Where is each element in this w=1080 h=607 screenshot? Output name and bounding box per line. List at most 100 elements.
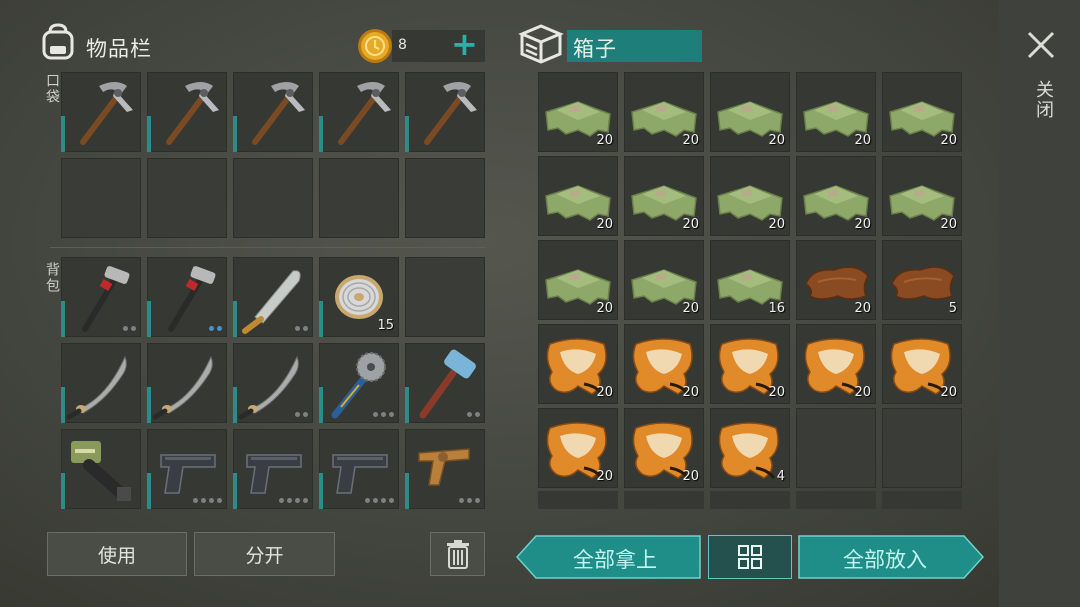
item-slot-leather[interactable]: 5 <box>882 240 962 320</box>
item-slot-cloth[interactable]: 20 <box>710 72 790 152</box>
trash-icon <box>446 540 469 569</box>
item-slot-crowbar-hammer[interactable] <box>61 257 141 337</box>
upgrade-dots <box>123 326 136 331</box>
item-slot-cloth[interactable]: 20 <box>624 72 704 152</box>
add-coins-button[interactable]: + <box>451 24 478 64</box>
item-slot-katana[interactable] <box>233 343 313 423</box>
item-slot-wire-spool[interactable]: 15 <box>319 257 399 337</box>
stack-count: 20 <box>768 217 785 232</box>
stack-count: 20 <box>940 385 957 400</box>
backpack-icon <box>38 22 78 62</box>
katana-icon <box>238 355 299 420</box>
item-slot-revolver[interactable] <box>405 429 485 509</box>
pickaxe-icon <box>166 82 219 145</box>
item-slot-cloth[interactable]: 20 <box>796 156 876 236</box>
item-slot-cloth[interactable]: 20 <box>796 72 876 152</box>
stack-count: 5 <box>948 301 957 316</box>
item-slot-cloth[interactable]: 20 <box>882 156 962 236</box>
stack-count: 20 <box>596 133 613 148</box>
stack-count: 20 <box>940 133 957 148</box>
coin-count: 8 <box>398 37 407 53</box>
item-slot-machete[interactable] <box>233 257 313 337</box>
item-slot-fox-pelt[interactable]: 20 <box>624 408 704 488</box>
stack-count: 20 <box>854 133 871 148</box>
item-slot-pickaxe[interactable] <box>61 72 141 152</box>
item-slot-katana[interactable] <box>147 343 227 423</box>
box-grid-next-row <box>538 491 962 509</box>
stack-count: 20 <box>854 301 871 316</box>
upgrade-dots <box>193 498 222 503</box>
item-slot-fox-pelt[interactable]: 20 <box>538 324 618 404</box>
upgrade-dots <box>373 412 394 417</box>
item-slot-cloth[interactable]: 20 <box>624 240 704 320</box>
sort-grid-button[interactable] <box>708 535 792 579</box>
item-slot-pistol[interactable] <box>147 429 227 509</box>
split-button[interactable]: 分开 <box>194 532 335 576</box>
empty-slot[interactable] <box>796 408 876 488</box>
put-all-button[interactable]: 全部放入 <box>798 535 984 579</box>
stack-count: 20 <box>682 217 699 232</box>
item-slot-pickaxe[interactable] <box>147 72 227 152</box>
empty-slot[interactable] <box>405 257 485 337</box>
upgrade-dots <box>365 498 394 503</box>
pickaxe-icon <box>424 82 477 145</box>
upgrade-dots <box>467 412 480 417</box>
item-slot-chainsaw-launcher[interactable] <box>61 429 141 509</box>
empty-slot[interactable] <box>61 158 141 238</box>
close-label[interactable]: 关闭 <box>1030 80 1056 120</box>
stack-count: 20 <box>768 133 785 148</box>
trash-button[interactable] <box>430 532 485 576</box>
empty-slot[interactable] <box>319 158 399 238</box>
take-all-button[interactable]: 全部拿上 <box>516 535 702 579</box>
item-slot-pickaxe[interactable] <box>405 72 485 152</box>
stack-count: 20 <box>596 301 613 316</box>
item-slot-sawblade-mace[interactable] <box>319 343 399 423</box>
item-slot-fox-pelt[interactable]: 20 <box>710 324 790 404</box>
pickaxe-icon <box>338 82 391 145</box>
item-slot-cloth[interactable]: 20 <box>882 72 962 152</box>
box-title: 箱子 <box>573 37 617 61</box>
item-slot-cloth[interactable]: 20 <box>538 240 618 320</box>
item-slot-cloth[interactable]: 20 <box>538 72 618 152</box>
use-button[interactable]: 使用 <box>47 532 187 576</box>
empty-slot[interactable] <box>882 408 962 488</box>
empty-slot[interactable] <box>405 158 485 238</box>
item-slot-fox-pelt[interactable]: 20 <box>538 408 618 488</box>
pickaxe-icon <box>80 82 133 145</box>
pickaxe-icon <box>252 82 305 145</box>
item-slot-cloth[interactable]: 20 <box>710 156 790 236</box>
item-slot-pickaxe[interactable] <box>319 72 399 152</box>
sledgehammer-icon <box>419 349 476 419</box>
item-slot-fox-pelt[interactable]: 20 <box>624 324 704 404</box>
stack-count: 20 <box>682 133 699 148</box>
upgrade-dots <box>209 326 222 331</box>
pocket-divider <box>50 247 486 248</box>
item-slot-pistol[interactable] <box>233 429 313 509</box>
stack-count: 20 <box>682 469 699 484</box>
item-slot-fox-pelt[interactable]: 20 <box>796 324 876 404</box>
item-slot-cloth[interactable]: 20 <box>624 156 704 236</box>
empty-slot[interactable] <box>233 158 313 238</box>
item-slot-katana[interactable] <box>61 343 141 423</box>
item-slot-fox-pelt[interactable]: 4 <box>710 408 790 488</box>
item-slot-cloth[interactable]: 16 <box>710 240 790 320</box>
pocket-label: 口袋 <box>44 73 60 105</box>
empty-slot[interactable] <box>147 158 227 238</box>
item-slot-fox-pelt[interactable]: 20 <box>882 324 962 404</box>
item-slot-sledgehammer[interactable] <box>405 343 485 423</box>
item-slot-leather[interactable]: 20 <box>796 240 876 320</box>
coin-icon <box>356 27 394 65</box>
item-slot-pickaxe[interactable] <box>233 72 313 152</box>
katana-icon <box>152 355 213 420</box>
item-slot-pistol[interactable] <box>319 429 399 509</box>
stack-count: 20 <box>854 385 871 400</box>
upgrade-dots <box>459 498 480 503</box>
take-all-label: 全部拿上 <box>573 548 657 572</box>
item-slot-crowbar-hammer[interactable] <box>147 257 227 337</box>
katana-icon <box>66 355 127 420</box>
close-icon[interactable] <box>1024 28 1058 62</box>
pistol-icon <box>246 454 302 494</box>
pistol-icon <box>160 454 216 494</box>
item-slot-cloth[interactable]: 20 <box>538 156 618 236</box>
stack-count: 20 <box>854 217 871 232</box>
